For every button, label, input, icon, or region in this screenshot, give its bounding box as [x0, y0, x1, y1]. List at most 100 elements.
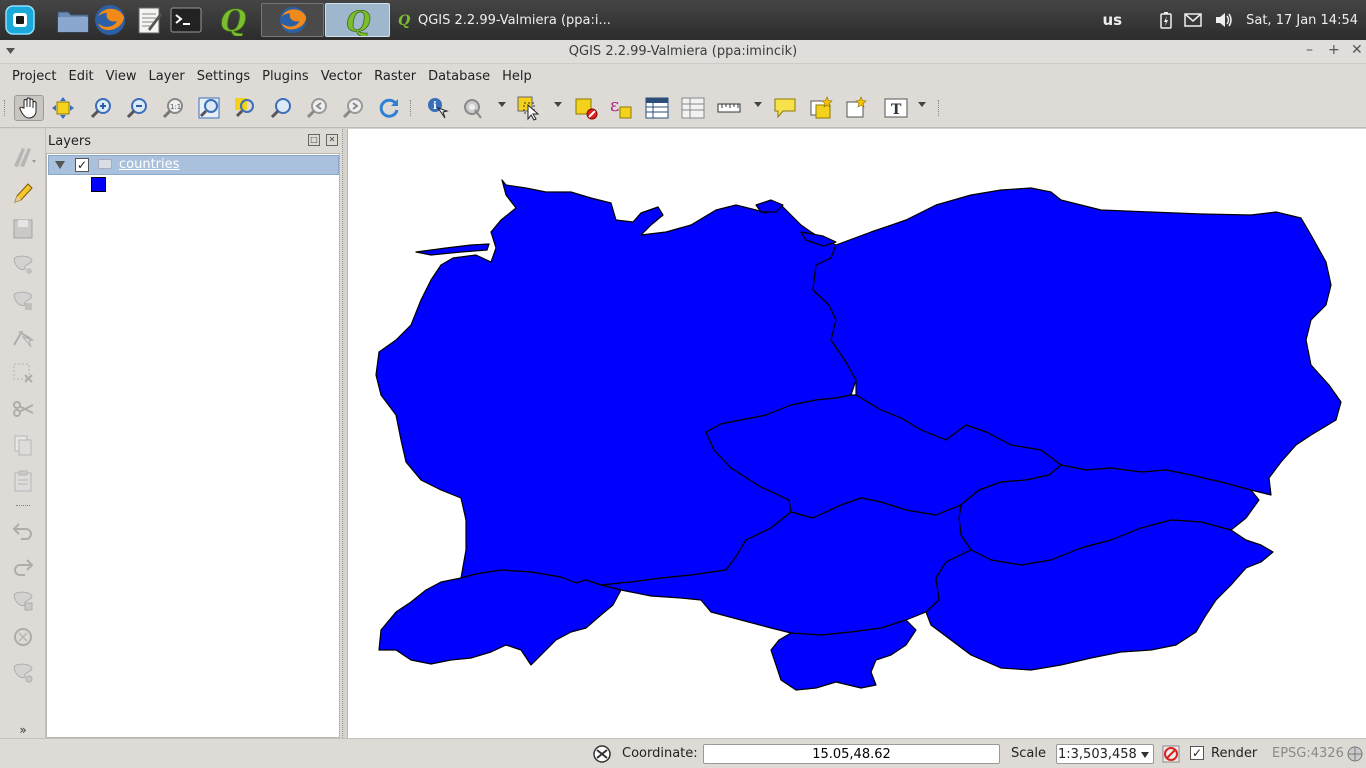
toolbar-handle-end[interactable] [938, 100, 941, 116]
action-dropdown-arrow[interactable] [498, 102, 506, 107]
country-switzerland[interactable] [378, 569, 622, 666]
add-feature-button[interactable] [9, 251, 37, 279]
coordinate-field[interactable] [703, 744, 1000, 764]
menu-help[interactable]: Help [496, 69, 538, 84]
taskbar-firefox[interactable] [261, 3, 324, 37]
measure-dropdown-arrow[interactable] [754, 102, 762, 107]
annotation-dropdown-arrow[interactable] [918, 102, 926, 107]
taskbar-qgis[interactable]: Q [325, 3, 390, 38]
menu-edit[interactable]: Edit [62, 69, 99, 84]
toolbar-extension-button[interactable]: » [9, 723, 37, 737]
layers-tree[interactable]: ✓ countries [46, 153, 340, 738]
coordinate-capture-icon[interactable] [592, 744, 612, 764]
undo-button[interactable] [9, 515, 37, 543]
zoom-to-selection-button[interactable] [232, 95, 258, 121]
scale-dropdown-arrow[interactable] [1141, 752, 1149, 758]
run-action-button[interactable] [460, 95, 486, 121]
map-tips-button[interactable] [772, 95, 798, 121]
keyboard-layout-indicator[interactable]: us [1103, 11, 1123, 29]
refresh-button[interactable] [376, 95, 402, 121]
collapse-arrow-icon[interactable] [55, 161, 65, 169]
qgis-launcher[interactable]: Q [214, 2, 250, 38]
files-launcher[interactable] [55, 2, 91, 38]
simplify-feature-button[interactable] [9, 659, 37, 687]
select-dropdown-arrow[interactable] [554, 102, 562, 107]
menu-vector[interactable]: Vector [315, 69, 368, 84]
statistics-button[interactable] [680, 95, 706, 121]
copy-features-button[interactable] [9, 431, 37, 459]
digitize-tool-button[interactable] [9, 143, 37, 171]
cut-features-button[interactable] [9, 395, 37, 423]
rotate-feature-button[interactable] [9, 623, 37, 651]
clock[interactable]: Sat, 17 Jan 14:54 [1246, 13, 1358, 28]
firefox-launcher[interactable] [92, 2, 128, 38]
terminal-launcher[interactable] [168, 2, 204, 38]
battery-icon[interactable] [1160, 11, 1172, 29]
measure-line-button[interactable] [716, 95, 742, 121]
toolbar-handle[interactable] [4, 100, 7, 116]
dash-home-button[interactable] [2, 2, 38, 38]
identify-features-button[interactable]: i [424, 95, 450, 121]
zoom-last-button[interactable] [304, 95, 330, 121]
maximize-icon[interactable]: + [1328, 42, 1340, 58]
stop-render-icon[interactable] [1161, 744, 1181, 764]
crs-globe-icon[interactable] [1345, 744, 1365, 764]
new-bookmark-button[interactable] [808, 95, 834, 121]
layer-symbol-swatch[interactable] [91, 177, 106, 192]
node-tool-button[interactable] [9, 323, 37, 351]
toggle-editing-button[interactable] [9, 179, 37, 207]
move-feature-button[interactable] [9, 287, 37, 315]
svg-text:1:1: 1:1 [170, 103, 181, 111]
text-annotation-button[interactable]: T [882, 95, 910, 121]
menu-settings[interactable]: Settings [191, 69, 256, 84]
text-annotation-icon: T [884, 98, 908, 118]
select-features-button[interactable] [516, 95, 542, 121]
map-canvas[interactable] [347, 129, 1366, 738]
close-icon[interactable]: ✕ [1351, 42, 1363, 58]
zoom-next-button[interactable] [340, 95, 366, 121]
menu-plugins[interactable]: Plugins [256, 69, 315, 84]
select-by-expression-button[interactable]: ε [608, 95, 634, 121]
deselect-all-button[interactable] [574, 95, 600, 121]
zoom-in-button[interactable] [88, 95, 114, 121]
pencil-icon [14, 183, 33, 203]
pan-map-button[interactable] [14, 95, 44, 121]
menu-layer[interactable]: Layer [143, 69, 191, 84]
redo-icon [14, 559, 34, 576]
close-panel-icon[interactable]: ✕ [326, 134, 338, 146]
delete-selected-button[interactable] [9, 359, 37, 387]
pan-to-selection-button[interactable] [50, 95, 76, 121]
zoom-full-button[interactable] [196, 95, 222, 121]
zoom-to-layer-button[interactable] [268, 95, 294, 121]
window-title-bar[interactable]: QGIS 2.2.99-Valmiera (ppa:imincik) – + ✕ [0, 40, 1366, 64]
paste-features-button[interactable] [9, 467, 37, 495]
menu-view[interactable]: View [100, 69, 143, 84]
save-edits-button[interactable] [9, 215, 37, 243]
mail-icon[interactable] [1184, 13, 1202, 27]
svg-text:i: i [433, 101, 437, 112]
attribute-table-button[interactable] [644, 95, 670, 121]
menu-database[interactable]: Database [422, 69, 496, 84]
scale-combobox[interactable]: 1:3,503,458 [1056, 744, 1154, 764]
crs-status[interactable]: EPSG:4326 [1272, 746, 1344, 761]
active-window-title[interactable]: Q QGIS 2.2.99-Valmiera (ppa:i... [398, 0, 611, 40]
add-ring-button[interactable] [9, 587, 37, 615]
menu-raster[interactable]: Raster [368, 69, 422, 84]
layers-panel-header[interactable]: Layers □ ✕ [46, 129, 342, 153]
layer-name[interactable]: countries [119, 157, 179, 172]
attribute-table-icon [645, 97, 669, 119]
render-checkbox[interactable]: ✓ [1190, 746, 1204, 760]
text-editor-launcher[interactable] [131, 2, 167, 38]
menu-project[interactable]: Project [6, 69, 62, 84]
firefox-icon [279, 6, 307, 34]
show-bookmarks-button[interactable] [844, 95, 870, 121]
volume-icon[interactable] [1214, 12, 1234, 28]
zoom-out-button[interactable] [124, 95, 150, 121]
layer-row-countries[interactable]: ✓ countries [48, 155, 339, 175]
float-panel-icon[interactable]: □ [308, 134, 320, 146]
redo-button[interactable] [9, 551, 37, 579]
zoom-native-button[interactable]: 1:1 [160, 95, 186, 121]
layer-visibility-checkbox[interactable]: ✓ [75, 158, 89, 172]
zoom-last-icon [306, 98, 327, 119]
minimize-icon[interactable]: – [1306, 42, 1313, 58]
